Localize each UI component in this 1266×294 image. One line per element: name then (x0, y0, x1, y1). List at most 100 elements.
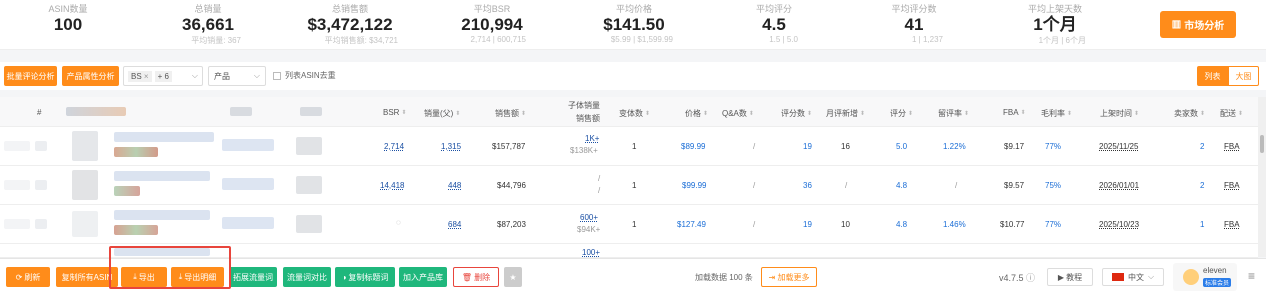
margin-value: 77% (1045, 220, 1062, 229)
col-variants[interactable]: 变体数 ⬍ (619, 108, 650, 119)
delete-button[interactable]: 🗑 删除 (453, 267, 499, 287)
sort-icon[interactable]: ⬍ (455, 110, 460, 117)
favorite-button[interactable]: ★ (504, 267, 522, 287)
batch-review-button[interactable]: 批量评论分析 (4, 66, 57, 86)
filter-chip[interactable]: BS × (128, 70, 152, 82)
asin-blurred[interactable] (222, 139, 274, 151)
col-margin[interactable]: 毛利率 ⬍ (1041, 108, 1072, 119)
col-qa[interactable]: Q&A数 ⬍ (722, 108, 754, 119)
scrollbar-thumb[interactable] (1260, 135, 1264, 153)
bsr-value[interactable]: 14,418 (380, 181, 404, 190)
qa-value: / (753, 220, 756, 229)
view-list-button[interactable]: 列表 (1197, 66, 1228, 86)
view-grid-button[interactable]: 大图 (1228, 66, 1259, 86)
brand-blurred (296, 137, 322, 155)
col-review-rate[interactable]: 留评率 ⬍ (938, 108, 969, 119)
monthly-new-value: 16 (841, 142, 850, 151)
mode-select[interactable]: 产品 ⌵ (208, 66, 266, 86)
asin-blurred[interactable] (222, 178, 274, 190)
checkbox[interactable] (273, 71, 281, 80)
bsr-value[interactable]: 2,714 (384, 142, 404, 151)
sort-icon[interactable]: ⬍ (749, 110, 754, 117)
sort-icon[interactable]: ⬍ (1238, 110, 1243, 117)
category-filter[interactable]: BS × + 6 ⌵ (123, 66, 203, 86)
sort-icon[interactable]: ⬍ (1134, 110, 1139, 117)
close-icon[interactable]: × (144, 72, 149, 81)
product-title-blurred[interactable] (114, 132, 214, 142)
asin-blurred[interactable] (222, 217, 274, 229)
col-fba[interactable]: FBA ⬍ (1003, 108, 1026, 117)
sales-value[interactable]: 1,315 (441, 142, 461, 151)
product-title-blurred[interactable] (114, 171, 210, 181)
help-icon[interactable]: ⓘ (1026, 273, 1035, 283)
col-revenue[interactable]: 销售额 ⬍ (495, 108, 526, 119)
sellers-value[interactable]: 2 (1200, 181, 1204, 190)
col-price[interactable]: 价格 ⬍ (685, 108, 708, 119)
user-profile[interactable]: eleven 标准会员 (1173, 263, 1237, 291)
table-row[interactable]: ◌ 684 $87,203 600+ $94K+ 1 $127.49 / 19 … (0, 205, 1258, 244)
tutorial-button[interactable]: ▶ 教程 (1047, 268, 1093, 286)
product-title-blurred[interactable] (114, 210, 210, 220)
add-to-library-button[interactable]: 加入产品库 (399, 267, 447, 287)
col-monthly-new[interactable]: 月评新增 ⬍ (826, 108, 865, 119)
attr-analysis-button[interactable]: 产品属性分析 (62, 66, 119, 86)
dedupe-checkbox[interactable]: 列表ASIN去重 (273, 70, 336, 81)
col-list-date[interactable]: 上架时间 ⬍ (1100, 108, 1139, 119)
col-ratings[interactable]: 评分数 ⬍ (781, 108, 812, 119)
expand-keywords-button[interactable]: 拓展流量词 (229, 267, 277, 287)
sort-icon[interactable]: ⬍ (703, 110, 708, 117)
sales-value[interactable]: 448 (448, 181, 461, 190)
col-sales[interactable]: 销量(父) ⬍ (424, 108, 460, 119)
product-thumbnail[interactable] (72, 170, 98, 200)
col-blurred (66, 107, 126, 116)
toolbar: 批量评论分析 产品属性分析 BS × + 6 ⌵ 产品 ⌵ 列表ASIN去重 列… (0, 62, 1266, 90)
scrollbar[interactable] (1258, 97, 1266, 257)
product-thumbnail[interactable] (72, 211, 98, 237)
child-sales-value[interactable]: 600+ (580, 213, 598, 222)
sellers-value[interactable]: 1 (1200, 220, 1204, 229)
compare-keywords-button[interactable]: 流量词对比 (283, 267, 331, 287)
sellers-value[interactable]: 2 (1200, 142, 1204, 151)
sort-icon[interactable]: ⬍ (1200, 110, 1205, 117)
refresh-button[interactable]: ⟳ 刷新 (6, 267, 50, 287)
sort-icon[interactable]: ⬍ (1067, 110, 1072, 117)
shipping-value: FBA (1224, 220, 1240, 229)
stats-bar: ASIN数量 100 总销量 36,661 平均销量: 367 总销售额 $3,… (0, 0, 1266, 50)
sort-icon[interactable]: ⬍ (1021, 109, 1026, 116)
row-checkbox-blurred (35, 219, 47, 229)
row-index-blurred (4, 141, 30, 151)
sort-icon[interactable]: ⬍ (401, 109, 406, 116)
ratings-value[interactable]: 19 (803, 220, 812, 229)
ratings-value[interactable]: 19 (803, 142, 812, 151)
monthly-new-value: / (845, 181, 848, 190)
language-select[interactable]: 中文 ⌵ (1102, 268, 1164, 286)
child-sales-value[interactable]: 1K+ (585, 134, 599, 143)
child-sales-value[interactable]: 100+ (582, 248, 600, 257)
col-shipping[interactable]: 配送 ⬍ (1220, 108, 1243, 119)
sales-value[interactable]: 684 (448, 220, 461, 229)
variants-value: 1 (632, 142, 637, 151)
flag-icon (1111, 273, 1124, 281)
market-analysis-button[interactable]: ▥ 市场分析 (1160, 11, 1236, 38)
copy-title-words-button[interactable]: ◑ 复制标题词 (335, 267, 395, 287)
sort-icon[interactable]: ⬍ (645, 110, 650, 117)
sort-icon[interactable]: ⬍ (860, 110, 865, 117)
table-row[interactable]: 2,714 1,315 $157,787 1K+ $138K+ 1 $89.99… (0, 127, 1258, 166)
load-more-button[interactable]: ⇥ 加载更多 (761, 267, 817, 287)
col-sellers[interactable]: 卖家数 ⬍ (1174, 108, 1205, 119)
sort-icon[interactable]: ⬍ (807, 110, 812, 117)
menu-icon[interactable]: ≡ (1248, 269, 1255, 283)
row-checkbox-blurred (35, 180, 47, 190)
sort-icon[interactable]: ⬍ (908, 110, 913, 117)
variants-value: 1 (632, 181, 637, 190)
refresh-icon: ⟳ (15, 272, 23, 282)
sort-icon[interactable]: ⬍ (521, 110, 526, 117)
col-rating[interactable]: 评分 ⬍ (890, 108, 913, 119)
col-child-sales[interactable]: 子体销量 销售额 (568, 100, 600, 124)
table-row[interactable]: 14,418 448 $44,796 / / 1 $99.99 / 36 / 4… (0, 166, 1258, 205)
sort-icon[interactable]: ⬍ (964, 110, 969, 117)
col-bsr[interactable]: BSR ⬍ (383, 108, 406, 117)
ratings-value[interactable]: 36 (803, 181, 812, 190)
review-rate-value: 1.22% (943, 142, 966, 151)
product-thumbnail[interactable] (72, 131, 98, 161)
